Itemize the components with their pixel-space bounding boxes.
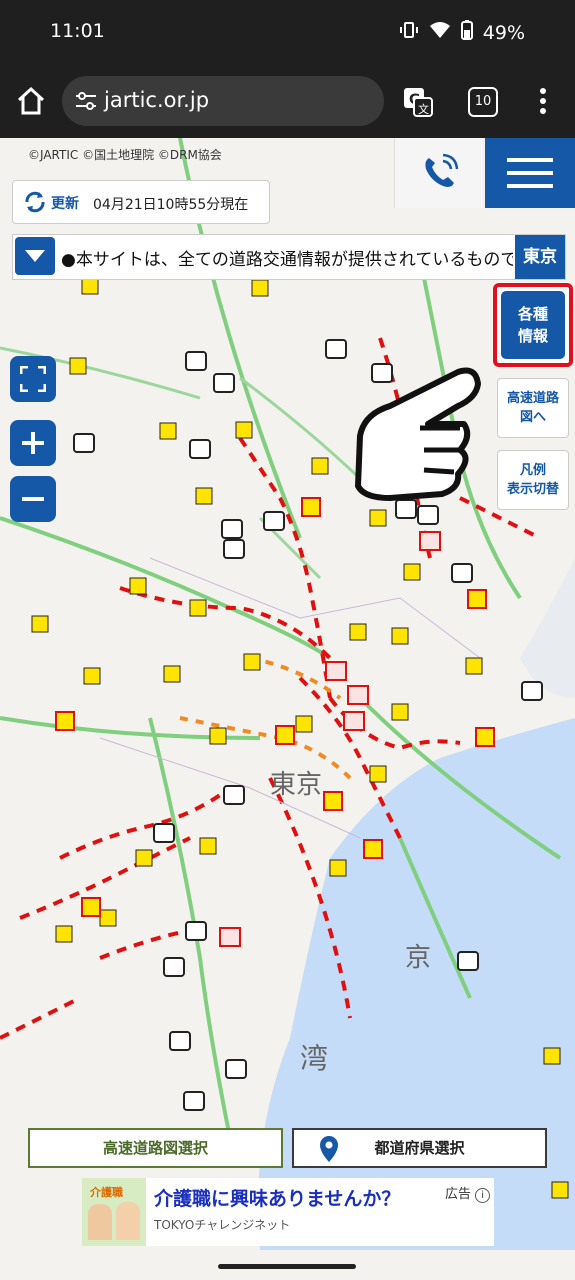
expressway-select-label: 高速道路図選択 bbox=[102, 1139, 208, 1157]
info-menu-label: 各種 情報 bbox=[517, 305, 548, 345]
region-button[interactable]: 東京 bbox=[515, 235, 565, 279]
gesture-bar bbox=[0, 1250, 575, 1280]
ad-thumbnail: 介護職 bbox=[82, 1178, 146, 1246]
url-text: jartic.or.jp bbox=[104, 88, 210, 112]
ad-badge-label: 広告 bbox=[445, 1187, 472, 1202]
zoom-out-button[interactable] bbox=[10, 476, 56, 522]
map-label-kyo: 京 bbox=[405, 943, 431, 973]
ad-thumbnail-text: 介護職 bbox=[90, 1186, 123, 1199]
wifi-icon bbox=[429, 21, 451, 44]
map-label-tokyo: 東京 bbox=[270, 770, 322, 800]
notice-ticker: ●本サイトは、全ての道路交通情報が提供されているものではありません 東京 bbox=[12, 234, 566, 280]
chevron-down-icon bbox=[25, 250, 45, 262]
plus-icon bbox=[22, 432, 44, 454]
home-icon bbox=[17, 86, 45, 115]
expressway-map-button[interactable]: 高速道路 図へ bbox=[497, 378, 569, 438]
translate-button[interactable]: G文 bbox=[402, 86, 434, 118]
status-bar: 11:01 49% bbox=[0, 0, 575, 62]
hamburger-menu-button[interactable] bbox=[485, 138, 575, 208]
update-timestamp: 04月21日10時55分現在 bbox=[93, 197, 249, 213]
ad-advertiser: TOKYOチャレンジネット bbox=[154, 1218, 291, 1232]
info-button-highlight: 各種 情報 bbox=[493, 283, 573, 367]
phone-button[interactable] bbox=[394, 138, 483, 208]
location-pin-icon bbox=[320, 1136, 338, 1175]
battery-percent: 49% bbox=[482, 21, 525, 44]
expressway-map-label: 高速道路 図へ bbox=[506, 391, 559, 425]
hand-pointer-illustration bbox=[355, 367, 481, 501]
ticker-expand-button[interactable] bbox=[15, 237, 55, 275]
browser-toolbar: jartic.or.jp G文 10 bbox=[0, 62, 575, 138]
fullscreen-icon bbox=[20, 366, 46, 392]
gesture-handle[interactable] bbox=[218, 1264, 356, 1269]
hamburger-icon bbox=[507, 158, 553, 188]
fullscreen-button[interactable] bbox=[10, 356, 56, 402]
overflow-menu-icon[interactable] bbox=[536, 86, 550, 116]
refresh-button[interactable]: 更新 bbox=[51, 193, 79, 213]
ad-title[interactable]: 介護職に興味ありませんか？ bbox=[154, 1184, 400, 1211]
site-settings-icon[interactable] bbox=[74, 90, 98, 112]
prefecture-select-label: 都道府県選択 bbox=[374, 1139, 465, 1157]
traffic-map[interactable]: 東京 京 湾 ©JARTIC ©国土地理院 ©DRM協会 更新 04月21日10… bbox=[0, 138, 575, 1250]
map-attribution: ©JARTIC ©国土地理院 ©DRM協会 bbox=[28, 148, 222, 162]
expressway-select-button[interactable]: 高速道路図選択 bbox=[28, 1128, 283, 1168]
ad-banner[interactable]: 介護職 介護職に興味ありませんか？ TOKYOチャレンジネット bbox=[82, 1178, 494, 1246]
info-icon: i bbox=[475, 1188, 491, 1203]
map-base: 東京 京 湾 bbox=[0, 138, 575, 1250]
tab-switcher-button[interactable]: 10 bbox=[468, 87, 498, 117]
minus-icon bbox=[22, 497, 44, 501]
legend-toggle-button[interactable]: 凡例 表示切替 bbox=[497, 450, 569, 510]
translate-icon: G文 bbox=[404, 88, 433, 117]
svg-text:文: 文 bbox=[418, 102, 429, 116]
refresh-icon[interactable] bbox=[23, 190, 47, 218]
home-button[interactable] bbox=[14, 84, 48, 118]
status-time: 11:01 bbox=[50, 20, 105, 42]
update-panel: 更新 04月21日10時55分現在 bbox=[12, 180, 270, 224]
battery-icon bbox=[460, 20, 473, 45]
vibrate-icon bbox=[399, 20, 419, 45]
phone-icon bbox=[425, 153, 459, 187]
ad-badge[interactable]: 広告 i bbox=[445, 1183, 491, 1203]
address-bar[interactable]: jartic.or.jp bbox=[62, 76, 384, 126]
legend-toggle-label: 凡例 表示切替 bbox=[506, 463, 559, 497]
status-icons: 49% bbox=[399, 20, 525, 45]
zoom-in-button[interactable] bbox=[10, 420, 56, 466]
info-menu-button[interactable]: 各種 情報 bbox=[501, 291, 565, 359]
ticker-text: ●本サイトは、全ての道路交通情報が提供されているものではありません bbox=[61, 250, 513, 270]
map-label-wan: 湾 bbox=[300, 1042, 328, 1075]
prefecture-select-button[interactable]: 都道府県選択 bbox=[292, 1128, 547, 1168]
